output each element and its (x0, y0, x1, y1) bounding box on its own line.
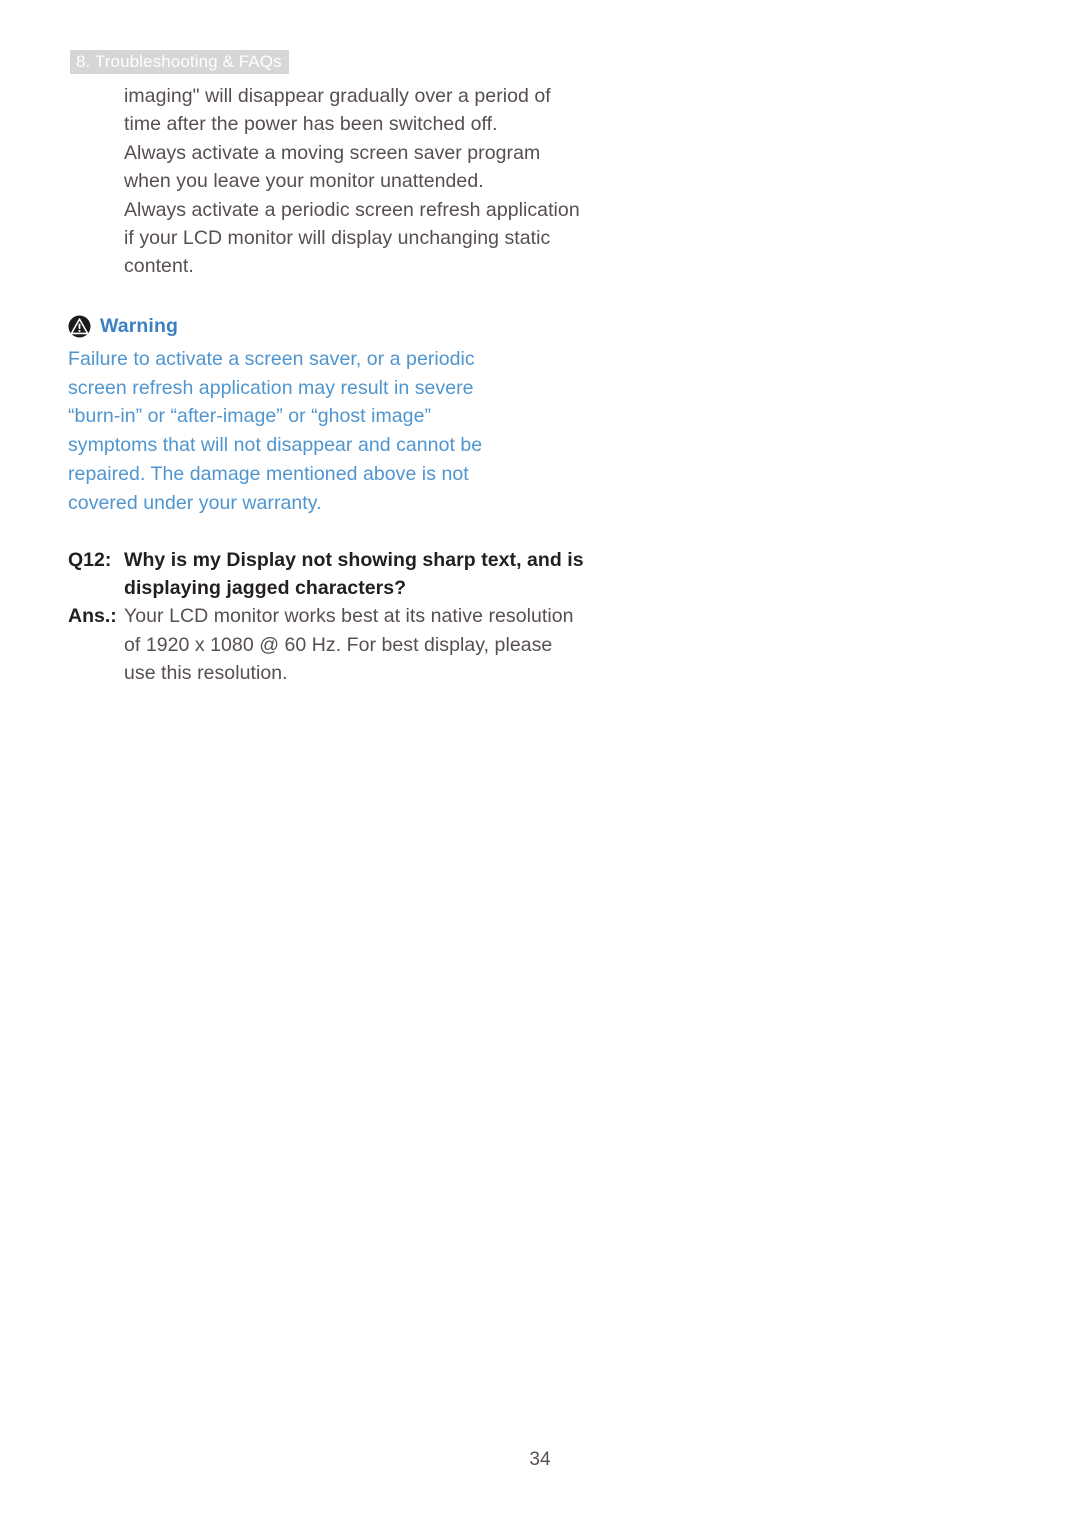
warning-text: Failure to activate a screen saver, or a… (68, 347, 483, 514)
faq-answer-text: Your LCD monitor works best at its nativ… (124, 605, 574, 685)
warning-heading: Warning (68, 314, 588, 340)
faq-question-label: Q12: (68, 548, 112, 571)
warning-callout: Warning Failure to activate a screen sav… (68, 314, 588, 518)
body-paragraph: Always activate a moving screen saver pr… (124, 141, 541, 193)
warning-title: Warning (100, 315, 178, 338)
section-header-band: 8. Troubleshooting & FAQs (70, 50, 289, 74)
page-number: 34 (529, 1449, 551, 1470)
warning-triangle-icon (68, 315, 91, 338)
faq-answer-row: Ans.: Your LCD monitor works best at its… (68, 602, 588, 687)
section-header-label: 8. Troubleshooting & FAQs (76, 52, 282, 71)
document-page: 8. Troubleshooting & FAQs imaging" will … (0, 0, 1080, 1527)
faq-question-text: Why is my Display not showing sharp text… (124, 548, 584, 600)
faq-answer-label: Ans.: (68, 605, 117, 628)
faq-entry: Q12: Why is my Display not showing sharp… (68, 546, 588, 688)
page-content: imaging" will disappear gradually over a… (68, 82, 588, 688)
faq-question-row: Q12: Why is my Display not showing sharp… (68, 546, 588, 603)
body-paragraph: Always activate a periodic screen refres… (124, 198, 580, 278)
body-paragraph: imaging" will disappear gradually over a… (124, 85, 551, 136)
